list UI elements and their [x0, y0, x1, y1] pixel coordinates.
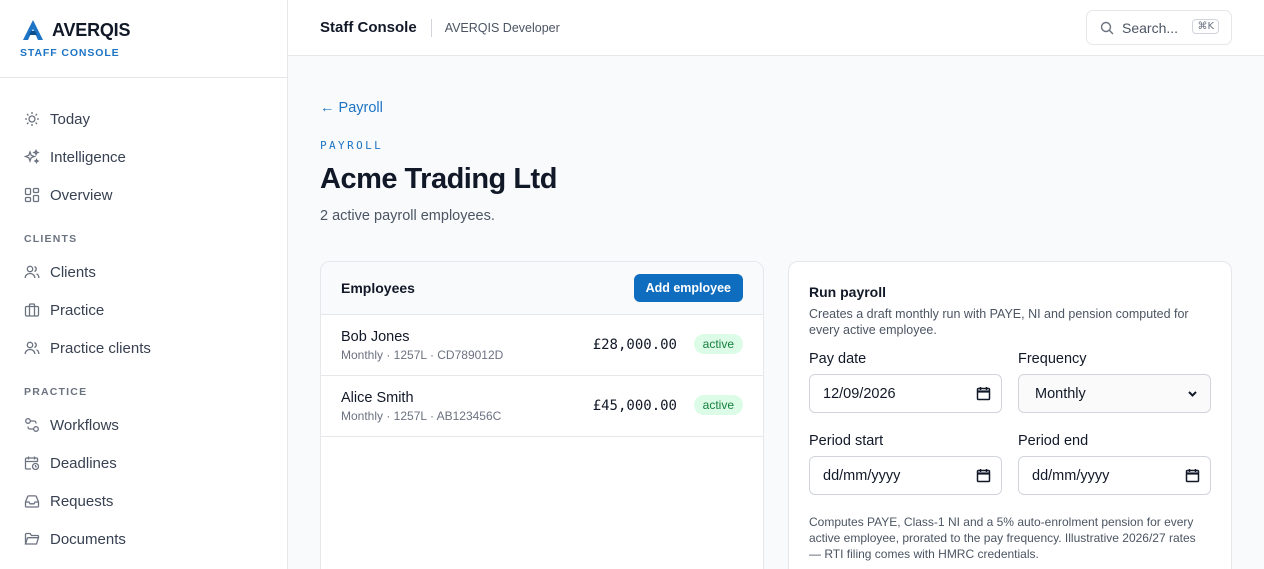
employees-title: Employees	[341, 280, 415, 296]
sidebar-item-label: Intelligence	[50, 148, 126, 166]
pay-date-input[interactable]: 12/09/2026	[809, 374, 1002, 413]
sidebar-item-label: Today	[50, 110, 91, 128]
employees-card-header: Employees Add employee	[321, 262, 763, 315]
averqis-logo-icon	[20, 19, 46, 41]
sidebar-item-requests[interactable]: Requests	[0, 482, 287, 520]
page-title: Acme Trading Ltd	[320, 163, 557, 195]
sidebar-section-clients: CLIENTS	[24, 233, 78, 245]
period-end-input[interactable]: dd/mm/yyyy	[1018, 456, 1211, 495]
sidebar-item-label: Requests	[50, 492, 114, 510]
period-end-label: Period end	[1018, 433, 1089, 449]
brand-name: AVERQIS	[52, 19, 131, 40]
calendar-icon[interactable]	[1185, 468, 1200, 483]
brand[interactable]: AVERQIS STAFF CONSOLE	[0, 0, 287, 78]
workflow-icon	[24, 417, 40, 433]
page-subtitle: 2 active payroll employees.	[320, 208, 495, 224]
sidebar-section-practice: PRACTICE	[24, 386, 88, 398]
pay-date-value: 12/09/2026	[823, 385, 896, 402]
sidebar-item-clients[interactable]: Clients	[0, 253, 287, 291]
topbar-subtitle: AVERQIS Developer	[444, 20, 560, 35]
main-content: ← Payroll PAYROLL Acme Trading Ltd 2 act…	[288, 56, 1264, 569]
run-payroll-card: Run payroll Creates a draft monthly run …	[788, 261, 1232, 569]
sidebar-item-practice-clients[interactable]: Practice clients	[0, 329, 287, 367]
users-icon	[24, 340, 40, 356]
folder-icon	[24, 531, 40, 547]
sidebar-item-label: Overview	[50, 186, 113, 204]
employee-name: Bob Jones	[341, 328, 410, 345]
sidebar-item-label: Practice clients	[50, 339, 151, 357]
employee-meta: Monthly · 1257L · AB123456C	[341, 408, 502, 423]
calendar-icon[interactable]	[976, 386, 991, 401]
sparkles-icon	[24, 149, 40, 165]
period-start-input[interactable]: dd/mm/yyyy	[809, 456, 1002, 495]
topbar-title: Staff Console	[320, 19, 417, 36]
back-to-payroll-link[interactable]: ← Payroll	[320, 100, 383, 116]
chevron-down-icon	[1185, 386, 1200, 401]
sidebar-item-label: Clients	[50, 263, 96, 281]
status-badge: active	[693, 395, 743, 415]
employee-salary: £45,000.00	[592, 398, 677, 414]
calendar-clock-icon	[24, 455, 40, 471]
period-start-label: Period start	[809, 433, 884, 449]
sidebar-item-documents[interactable]: Documents	[0, 520, 287, 558]
briefcase-icon	[24, 302, 40, 318]
table-row[interactable]: Alice Smith Monthly · 1257L · AB123456C …	[321, 376, 763, 437]
sidebar-item-intelligence[interactable]: Intelligence	[0, 138, 287, 176]
frequency-label: Frequency	[1018, 351, 1087, 367]
period-end-value: dd/mm/yyyy	[1032, 467, 1110, 484]
sidebar-item-workflows[interactable]: Workflows	[0, 406, 287, 444]
pay-date-label: Pay date	[809, 351, 867, 367]
sidebar-item-practice[interactable]: Practice	[0, 291, 287, 329]
employee-salary: £28,000.00	[592, 337, 677, 353]
grid-icon	[24, 187, 40, 203]
sidebar-item-label: Workflows	[50, 416, 119, 434]
sun-icon	[24, 111, 40, 127]
run-payroll-description: Creates a draft monthly run with PAYE, N…	[809, 307, 1189, 337]
run-payroll-title: Run payroll	[809, 284, 887, 300]
table-row[interactable]: Bob Jones Monthly · 1257L · CD789012D £2…	[321, 315, 763, 376]
frequency-select[interactable]: Monthly	[1018, 374, 1211, 413]
sidebar-item-deadlines[interactable]: Deadlines	[0, 444, 287, 482]
employees-card: Employees Add employee Bob Jones Monthly…	[320, 261, 764, 569]
sidebar-item-label: Practice	[50, 301, 105, 319]
sidebar: AVERQIS STAFF CONSOLE Today Intelligence…	[0, 0, 288, 569]
calendar-icon[interactable]	[976, 468, 991, 483]
period-start-value: dd/mm/yyyy	[823, 467, 901, 484]
run-payroll-note: Computes PAYE, Class-1 NI and a 5% auto-…	[809, 515, 1196, 561]
status-badge: active	[693, 334, 743, 354]
topbar-divider	[430, 18, 432, 37]
add-employee-button[interactable]: Add employee	[633, 274, 743, 302]
employee-meta: Monthly · 1257L · CD789012D	[341, 347, 504, 362]
brand-subtitle: STAFF CONSOLE	[20, 47, 120, 59]
search-shortcut-badge: ⌘K	[1192, 19, 1219, 34]
sidebar-item-label: Deadlines	[50, 454, 117, 472]
sidebar-nav: Today Intelligence Overview CLIENTS Clie…	[0, 78, 287, 558]
search-placeholder: Search...	[1122, 19, 1179, 36]
run-payroll-form: Pay date 12/09/2026 Frequency Monthly Pe…	[809, 348, 1211, 512]
sidebar-item-today[interactable]: Today	[0, 100, 287, 138]
sidebar-item-overview[interactable]: Overview	[0, 176, 287, 214]
topbar: Staff Console AVERQIS Developer Search..…	[288, 0, 1264, 56]
page-eyebrow: PAYROLL	[320, 139, 384, 152]
sidebar-item-label: Documents	[50, 530, 126, 548]
employee-name: Alice Smith	[341, 389, 414, 406]
search-icon	[1100, 21, 1114, 35]
users-icon	[24, 264, 40, 280]
search-input[interactable]: Search... ⌘K	[1086, 10, 1232, 45]
frequency-value: Monthly	[1035, 385, 1086, 402]
inbox-icon	[24, 493, 40, 509]
